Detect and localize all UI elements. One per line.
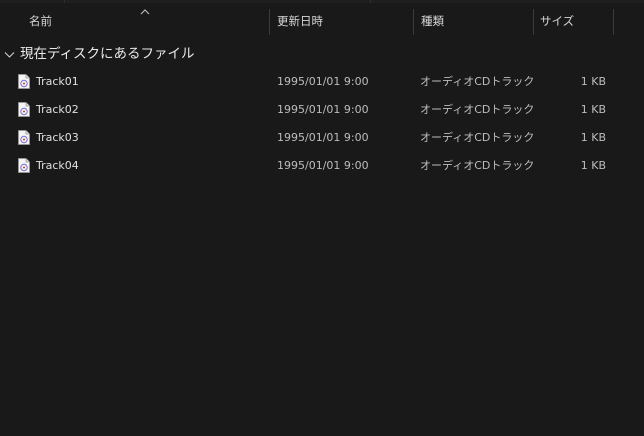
file-name: Track01 [36,75,79,88]
toolbar-edge [0,0,644,3]
file-explorer-view: 名前 更新日時 種類 サイズ 現在ディスクにあるファイル Track01 199… [0,0,644,436]
file-size: 1 KB [580,103,606,116]
file-row[interactable]: Track04 1995/01/01 9:00 オーディオCDトラック 1 KB [0,152,644,180]
toolbar-divider [370,0,371,3]
group-label: 現在ディスクにあるファイル [20,46,195,62]
file-row[interactable]: Track03 1995/01/01 9:00 オーディオCDトラック 1 KB [0,124,644,152]
column-header-name-label: 名前 [29,14,52,28]
chevron-down-icon[interactable] [4,49,15,60]
file-size: 1 KB [580,131,606,144]
column-header-size-label: サイズ [540,14,575,28]
file-name: Track02 [36,103,79,116]
file-date: 1995/01/01 9:00 [277,159,369,172]
cd-audio-track-file-icon [18,102,30,117]
file-type: オーディオCDトラック [420,75,535,88]
file-type: オーディオCDトラック [420,131,535,144]
column-header-date-label: 更新日時 [277,14,323,28]
file-list: Track01 1995/01/01 9:00 オーディオCDトラック 1 KB… [0,68,644,180]
toolbar-divider [64,0,65,3]
file-type: オーディオCDトラック [420,159,535,172]
cd-audio-track-file-icon [18,74,30,89]
column-header-type-label: 種類 [421,14,444,28]
file-size: 1 KB [580,75,606,88]
file-name: Track04 [36,159,79,172]
file-date: 1995/01/01 9:00 [277,103,369,116]
column-header-size[interactable]: サイズ [534,8,613,35]
file-name: Track03 [36,131,79,144]
file-type: オーディオCDトラック [420,103,535,116]
column-header-type[interactable]: 種類 [414,8,533,35]
cd-audio-track-file-icon [18,130,30,145]
column-header-row: 名前 更新日時 種類 サイズ [0,8,644,35]
cd-audio-track-file-icon [18,158,30,173]
file-date: 1995/01/01 9:00 [277,75,369,88]
column-header-date[interactable]: 更新日時 [270,8,413,35]
file-row[interactable]: Track02 1995/01/01 9:00 オーディオCDトラック 1 KB [0,96,644,124]
column-header-name[interactable]: 名前 [0,8,269,35]
file-date: 1995/01/01 9:00 [277,131,369,144]
file-row[interactable]: Track01 1995/01/01 9:00 オーディオCDトラック 1 KB [0,68,644,96]
column-resize-handle[interactable] [613,9,614,35]
group-header[interactable]: 現在ディスクにあるファイル [0,43,644,65]
file-size: 1 KB [580,159,606,172]
